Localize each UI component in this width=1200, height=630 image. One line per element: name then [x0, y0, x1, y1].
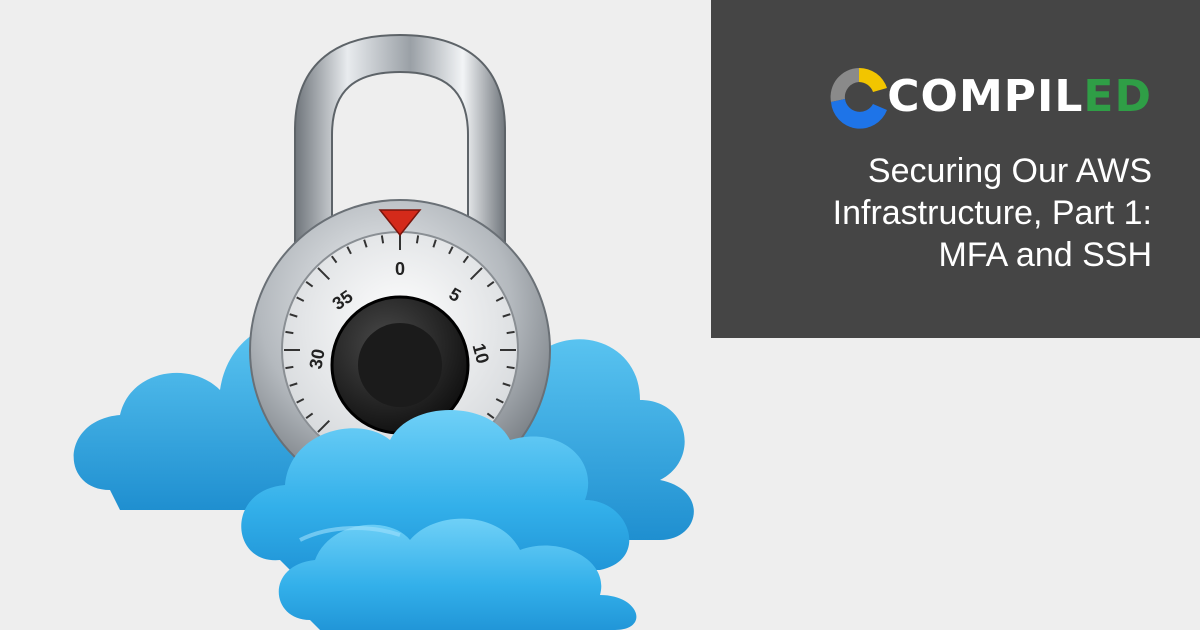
logo-wordmark: COMPILED [887, 62, 1152, 132]
dial-tick [285, 330, 294, 335]
padlock-cloud-illustration: 0 5 10 30 35 [73, 33, 694, 630]
title-panel: COMPILED Securing Our AWS Infrastructure… [711, 0, 1200, 338]
compiled-c-logo-icon [830, 67, 888, 129]
page-title: Securing Our AWS Infrastructure, Part 1:… [732, 150, 1152, 276]
title-line-2: Infrastructure, Part 1: [832, 194, 1152, 232]
dial-tick [285, 365, 294, 370]
logo-text-accent: ED [1083, 71, 1152, 122]
title-line-1: Securing Our AWS [867, 152, 1152, 190]
title-line-3: MFA and SSH [938, 236, 1152, 274]
dial-number-0: 0 [395, 259, 405, 279]
compiled-logo[interactable]: COMPILED [827, 62, 1152, 132]
dial-tick [506, 365, 515, 370]
dial-tick [415, 235, 420, 244]
dial-tick [380, 235, 385, 244]
dial-tick [506, 330, 515, 335]
dial-number-30: 30 [306, 347, 329, 370]
logo-text-main: COMPIL [887, 71, 1084, 122]
